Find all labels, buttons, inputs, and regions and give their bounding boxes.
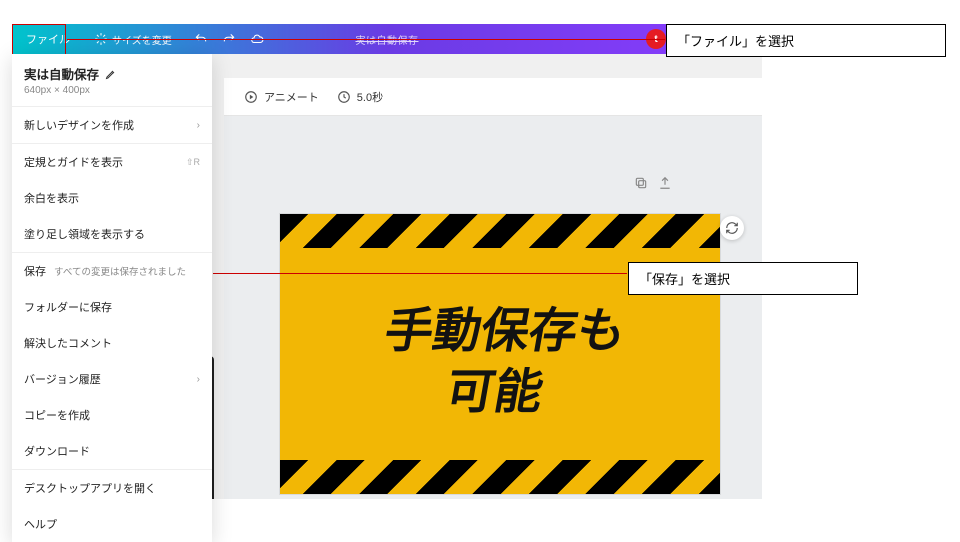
shortcut-label: ⇧R [186,157,200,168]
canvas-corner-tools [634,176,672,190]
menu-show-rulers[interactable]: 定規とガイドを表示 ⇧R [12,143,212,180]
dropdown-dimensions: 640px × 400px [12,85,212,106]
animate-icon [244,90,258,104]
cloud-icon[interactable] [250,32,264,46]
pencil-icon[interactable] [105,68,117,80]
hazard-stripe-bottom [280,460,720,494]
design-canvas[interactable]: 手動保存も 可能 [280,214,720,494]
design-main-text: 手動保存も 可能 [280,274,720,450]
hazard-stripe-top [280,214,720,248]
menu-new-design[interactable]: 新しいデザインを作成 › [12,106,212,143]
file-menu-button[interactable]: ファイル [12,24,84,54]
top-toolbar: ファイル サイズを変更 実は自動保存 t + [12,24,762,54]
menu-save-to-folder[interactable]: フォルダーに保存 [12,289,212,325]
duration-label: 5.0秒 [357,89,383,105]
menu-download[interactable]: ダウンロード [12,433,212,469]
canvas-area: 手動保存も 可能 ● ● ● ● [224,116,762,499]
sub-toolbar: アニメート 5.0秒 [224,78,762,116]
menu-version-history[interactable]: バージョン履歴 › [12,361,212,397]
resize-button[interactable]: サイズを変更 [84,32,182,47]
copy-icon[interactable] [634,176,648,190]
chevron-right-icon: › [197,120,200,131]
refresh-button[interactable] [720,216,744,240]
design-title-strike: 実は自動保存 [356,32,419,47]
menu-show-margins[interactable]: 余白を表示 [12,180,212,216]
save-status: すべての変更は保存されました [54,264,186,278]
file-menu-label: ファイル [26,31,70,47]
callout-select-file: 「ファイル」を選択 [666,24,946,57]
animate-button[interactable]: アニメート [244,89,319,105]
export-icon[interactable] [658,176,672,190]
file-dropdown: 実は自動保存 640px × 400px 新しいデザインを作成 › 定規とガイド… [12,54,212,542]
refresh-icon [725,221,739,235]
clock-icon [337,90,351,104]
sparkle-icon [94,32,108,46]
share-badge[interactable]: t [646,29,666,49]
menu-help[interactable]: ヘルプ [12,506,212,542]
menu-show-bleed[interactable]: 塗り足し領域を表示する [12,216,212,252]
undo-icon[interactable] [194,32,208,46]
redo-icon[interactable] [222,32,236,46]
duration-button[interactable]: 5.0秒 [337,89,383,105]
dropdown-title: 実は自動保存 [24,64,99,83]
menu-save[interactable]: 保存 すべての変更は保存されました [12,252,212,289]
chevron-right-icon: › [197,374,200,385]
resize-label: サイズを変更 [112,32,172,47]
dropdown-header: 実は自動保存 [12,54,212,85]
menu-resolved-comments[interactable]: 解決したコメント [12,325,212,361]
menu-open-desktop-app[interactable]: デスクトップアプリを開く [12,469,212,506]
callout-select-save: 「保存」を選択 [628,262,858,295]
menu-make-copy[interactable]: コピーを作成 [12,397,212,433]
animate-label: アニメート [264,89,319,105]
